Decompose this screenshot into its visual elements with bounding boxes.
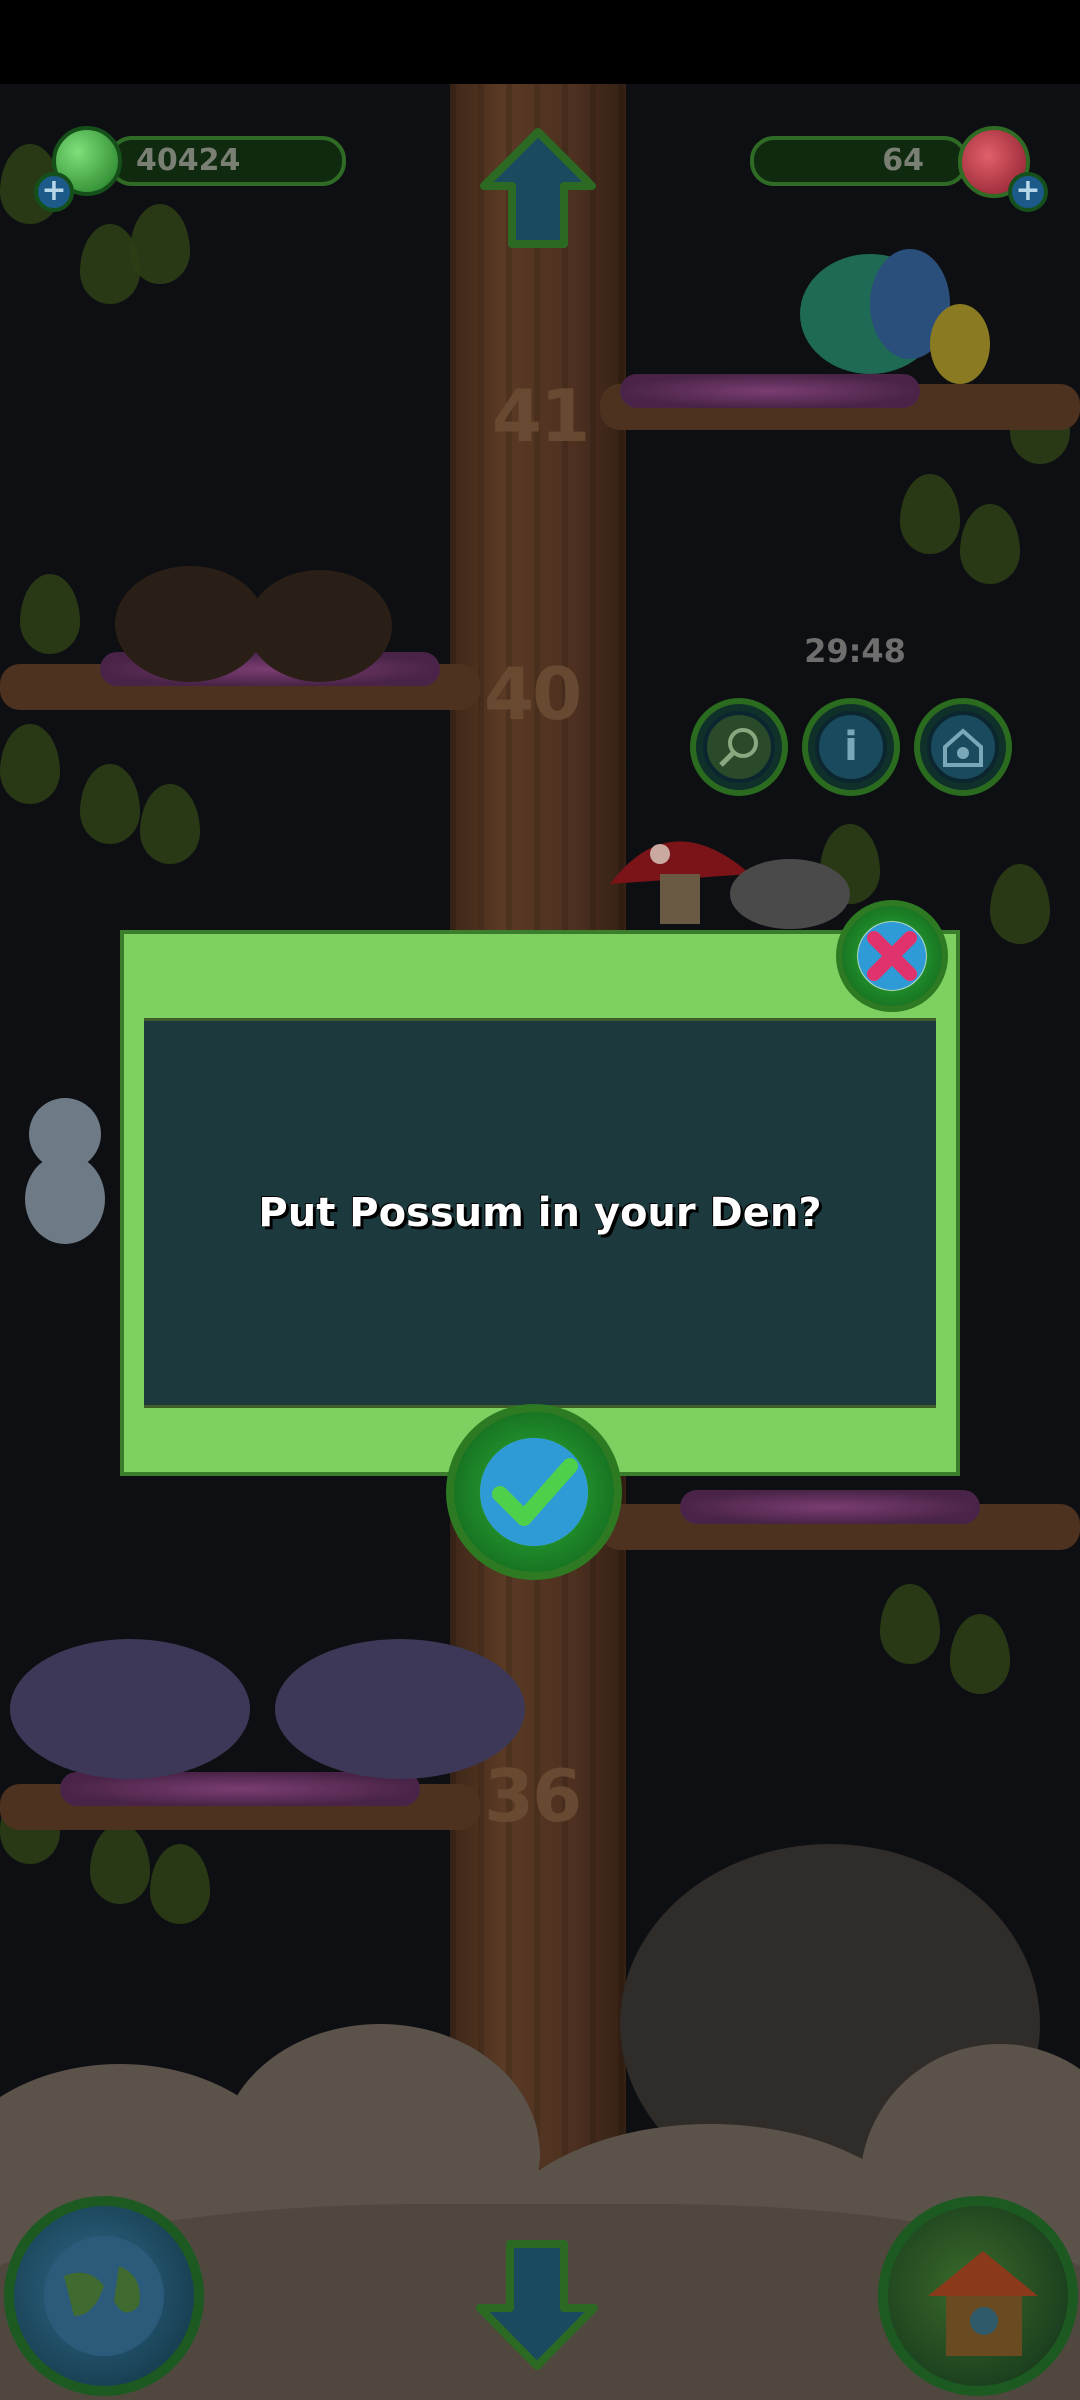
add-gems-button[interactable]: + bbox=[1008, 172, 1048, 212]
home-button[interactable] bbox=[878, 2196, 1078, 2396]
rhino-pair-animal[interactable] bbox=[0, 1624, 540, 1794]
coins-counter: 40424 bbox=[108, 136, 346, 186]
den-house-icon bbox=[927, 711, 999, 783]
floor-number: 41 bbox=[492, 374, 590, 458]
leaf bbox=[0, 724, 60, 804]
globe-button[interactable] bbox=[4, 2196, 204, 2396]
globe-icon bbox=[44, 2236, 164, 2356]
status-bar bbox=[0, 0, 1080, 84]
treehouse-icon bbox=[928, 2251, 1038, 2356]
leaf bbox=[80, 764, 140, 844]
mushroom-animal[interactable] bbox=[600, 814, 860, 934]
info-icon: i bbox=[815, 711, 887, 783]
koala-animal[interactable] bbox=[15, 1094, 125, 1244]
leaf bbox=[990, 864, 1050, 944]
add-coins-button[interactable]: + bbox=[34, 172, 74, 212]
close-button[interactable] bbox=[836, 900, 948, 1012]
confirm-button[interactable] bbox=[446, 1404, 622, 1580]
butterfly-seahorse-animal[interactable] bbox=[790, 234, 1010, 394]
net-button[interactable] bbox=[690, 698, 788, 796]
leaf bbox=[150, 1844, 210, 1924]
coins-value: 40424 bbox=[136, 143, 241, 178]
leaf bbox=[140, 784, 200, 864]
net-icon bbox=[703, 711, 775, 783]
leaf bbox=[950, 1614, 1010, 1694]
wombat-pair-animal[interactable] bbox=[110, 554, 400, 684]
leaf bbox=[880, 1584, 940, 1664]
floor-number: 40 bbox=[484, 652, 582, 736]
info-button[interactable]: i bbox=[802, 698, 900, 796]
up-arrow-button[interactable] bbox=[478, 124, 598, 254]
den-button[interactable] bbox=[914, 698, 1012, 796]
timer-text: 29:48 bbox=[804, 632, 906, 670]
gems-counter: 64 bbox=[750, 136, 968, 186]
nest bbox=[680, 1490, 980, 1524]
checkmark-icon bbox=[480, 1438, 588, 1546]
leaf bbox=[960, 504, 1020, 584]
close-x-icon bbox=[858, 922, 926, 990]
leaf bbox=[130, 204, 190, 284]
leaf bbox=[90, 1824, 150, 1904]
dialog-message: Put Possum in your Den? bbox=[258, 1190, 822, 1236]
dialog-panel: Put Possum in your Den? bbox=[144, 1018, 936, 1408]
up-arrow-icon bbox=[480, 128, 596, 248]
down-arrow-icon bbox=[476, 2240, 598, 2370]
leaf bbox=[900, 474, 960, 554]
confirm-dialog: Put Possum in your Den? bbox=[120, 930, 960, 1476]
leaf bbox=[20, 574, 80, 654]
gems-value: 64 bbox=[882, 143, 924, 178]
down-arrow-button[interactable] bbox=[474, 2234, 600, 2374]
